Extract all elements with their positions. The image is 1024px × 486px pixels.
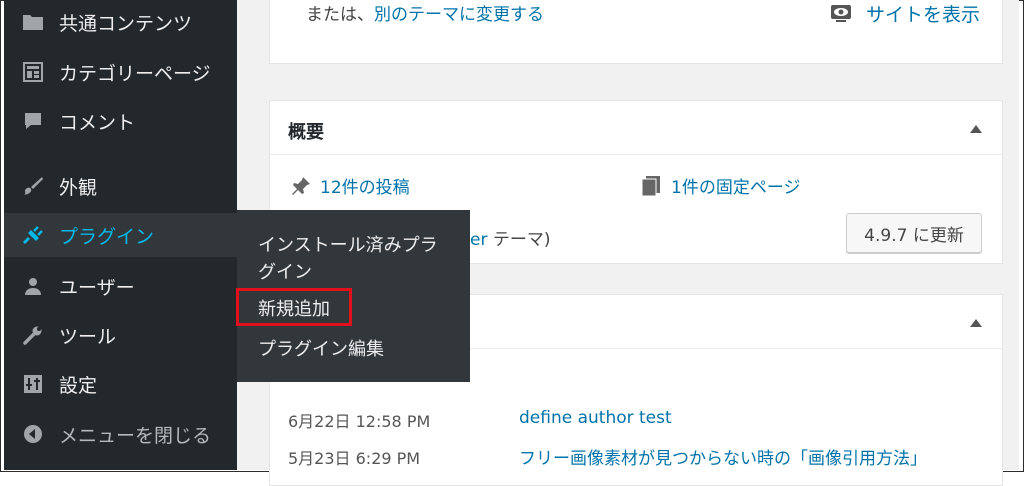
sidebar-item-label: カテゴリーページ <box>59 62 211 85</box>
sidebar-item-category-page[interactable]: カテゴリーページ <box>4 50 237 94</box>
sidebar-item-label: ユーザー <box>59 276 135 299</box>
theme-info-text: er テーマ) <box>470 225 551 250</box>
folder-icon <box>21 10 45 34</box>
sidebar-item-label: プラグイン <box>59 225 155 248</box>
posts-count-label: 12件の投稿 <box>320 178 410 198</box>
collapse-menu-button[interactable]: メニューを閉じる <box>4 412 237 456</box>
plugin-icon <box>21 223 45 247</box>
submenu-plugin-editor[interactable]: プラグイン編集 <box>258 336 384 363</box>
sidebar-item-label: 設定 <box>59 374 98 397</box>
layout-icon <box>21 60 45 84</box>
admin-sidebar: 共通コンテンツ カテゴリーページ コメント 外観 プラグイン ユーザー ツール … <box>4 0 237 470</box>
activity-date: 6月22日 12:58 PM <box>288 412 431 431</box>
eye-icon <box>830 4 852 27</box>
sidebar-item-comments[interactable]: コメント <box>4 99 237 143</box>
submenu-label-line1: インストール済みプラ <box>258 235 438 256</box>
update-wordpress-button[interactable]: 4.9.7 に更新 <box>846 213 982 253</box>
sidebar-item-label: メニューを閉じる <box>59 424 212 447</box>
posts-count-link[interactable]: 12件の投稿 <box>290 173 410 202</box>
sidebar-item-settings[interactable]: 設定 <box>4 362 237 406</box>
activity-post-link[interactable]: define author test <box>519 408 672 428</box>
comment-icon <box>21 109 45 133</box>
sidebar-item-plugins[interactable]: プラグイン <box>4 213 237 257</box>
view-site-label: サイトを表示 <box>866 4 981 26</box>
activity-date: 5月23日 6:29 PM <box>288 449 421 468</box>
collapse-icon <box>21 422 45 446</box>
sidebar-item-label: コメント <box>59 111 136 134</box>
sidebar-item-label: ツール <box>59 325 117 348</box>
pages-count-link[interactable]: 1件の固定ページ <box>641 173 800 202</box>
change-theme-link[interactable]: 別のテーマに変更する <box>374 5 544 25</box>
collapse-toggle-icon[interactable] <box>970 125 982 133</box>
highlight-box <box>236 288 352 326</box>
theme-text-prefix: または、 <box>306 5 374 25</box>
page-copy-icon <box>641 175 661 202</box>
sidebar-item-common-content[interactable]: 共通コンテンツ <box>4 0 237 44</box>
sidebar-item-tools[interactable]: ツール <box>4 313 237 357</box>
user-icon <box>21 274 45 298</box>
pages-count-label: 1件の固定ページ <box>671 178 801 198</box>
collapse-toggle-icon[interactable] <box>970 319 982 327</box>
settings-icon <box>21 372 45 396</box>
theme-name-link[interactable]: er <box>470 230 487 250</box>
overview-title: 概要 <box>288 122 324 143</box>
pin-icon <box>290 175 312 202</box>
submenu-pointer <box>227 232 237 252</box>
sidebar-item-label: 共通コンテンツ <box>59 12 193 35</box>
paintbrush-icon <box>21 174 45 198</box>
activity-post-link[interactable]: フリー画像素材が見つからない時の「画像引用方法」 <box>519 444 927 469</box>
view-site-link[interactable]: サイトを表示 <box>830 0 980 27</box>
sidebar-item-label: 外観 <box>59 176 98 199</box>
submenu-label-line2: グイン <box>258 262 312 283</box>
sidebar-item-users[interactable]: ユーザー <box>4 264 237 308</box>
theme-info-box: または、別のテーマに変更する サイトを表示 <box>269 0 1003 64</box>
theme-suffix: テーマ) <box>487 230 551 250</box>
sidebar-item-appearance[interactable]: 外観 <box>4 164 237 208</box>
submenu-installed-plugins[interactable]: インストール済みプラ グイン <box>258 232 438 286</box>
wrench-icon <box>21 323 45 347</box>
overview-header: 概要 <box>270 101 1002 155</box>
